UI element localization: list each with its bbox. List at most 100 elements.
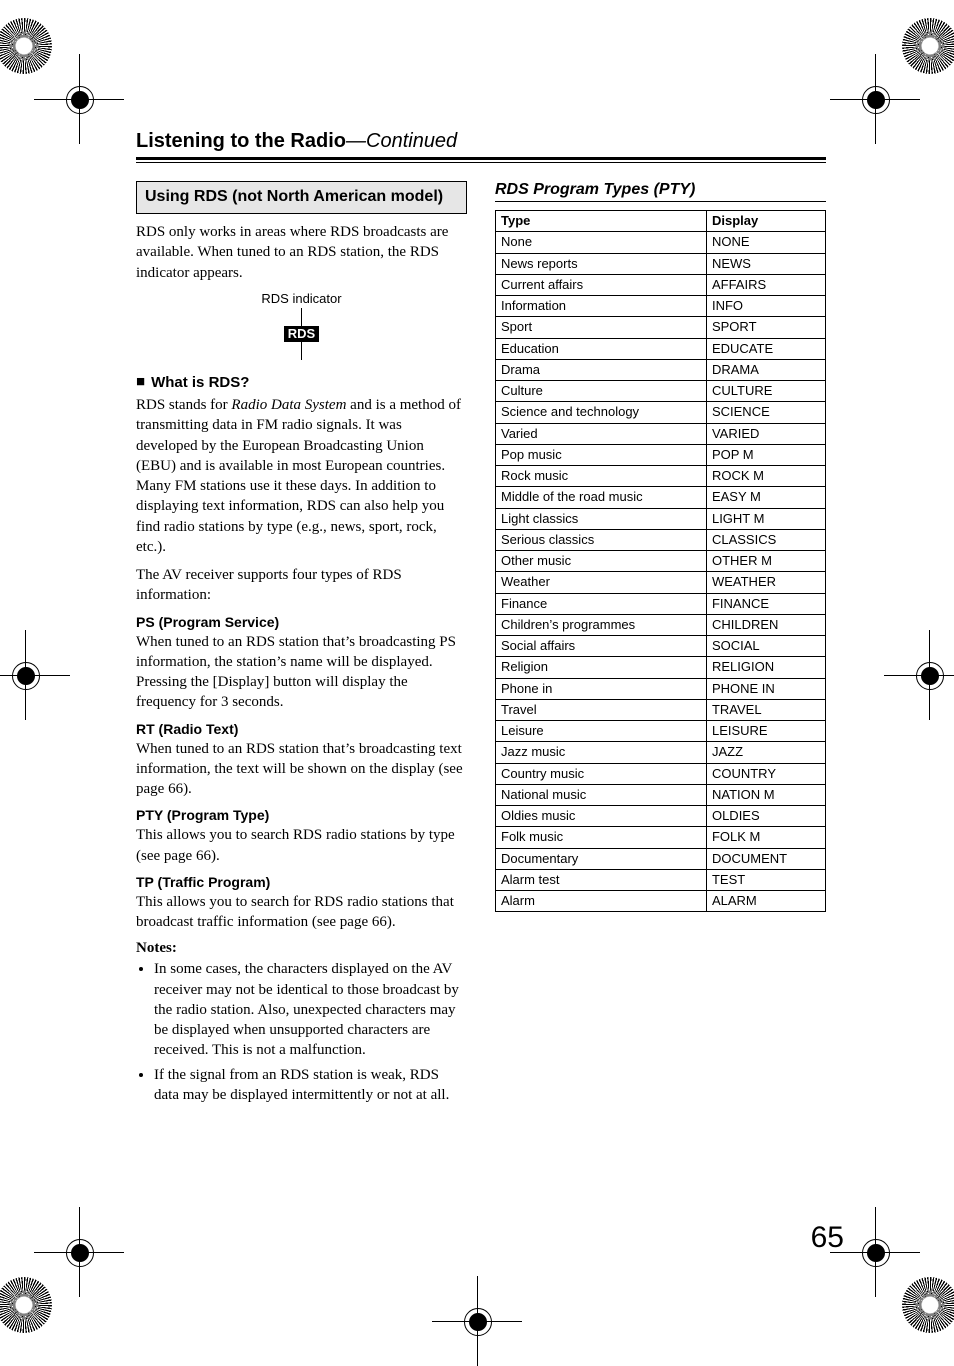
cell-display: JAZZ	[706, 742, 825, 763]
cell-display: OTHER M	[706, 551, 825, 572]
crop-mark-icon	[34, 1207, 124, 1297]
cell-display: INFO	[706, 296, 825, 317]
cell-type: Drama	[496, 359, 707, 380]
crop-mark-icon	[884, 630, 954, 720]
crop-mark-icon	[432, 1276, 522, 1366]
table-row: WeatherWEATHER	[496, 572, 826, 593]
cell-display: ROCK M	[706, 466, 825, 487]
cell-type: Finance	[496, 593, 707, 614]
table-header-row: Type Display	[496, 211, 826, 232]
table-row: SportSPORT	[496, 317, 826, 338]
cell-type: Sport	[496, 317, 707, 338]
section-heading: Using RDS (not North American model)	[136, 181, 467, 214]
table-row: National musicNATION M	[496, 784, 826, 805]
cell-type: Current affairs	[496, 274, 707, 295]
table-row: Science and technologySCIENCE	[496, 402, 826, 423]
pty-table: Type Display NoneNONENews reportsNEWSCur…	[495, 210, 826, 912]
table-row: Pop musicPOP M	[496, 444, 826, 465]
table-row: News reportsNEWS	[496, 253, 826, 274]
pty-heading: PTY (Program Type)	[136, 807, 467, 823]
cell-display: TRAVEL	[706, 699, 825, 720]
cell-type: Rock music	[496, 466, 707, 487]
table-row: InformationINFO	[496, 296, 826, 317]
table-row: Country musicCOUNTRY	[496, 763, 826, 784]
table-row: LeisureLEISURE	[496, 721, 826, 742]
cell-display: ALARM	[706, 891, 825, 912]
table-row: DocumentaryDOCUMENT	[496, 848, 826, 869]
right-column: RDS Program Types (PTY) Type Display Non…	[495, 181, 826, 1109]
table-row: Current affairsAFFAIRS	[496, 274, 826, 295]
tp-heading: TP (Traffic Program)	[136, 874, 467, 890]
cell-type: Phone in	[496, 678, 707, 699]
cell-display: EASY M	[706, 487, 825, 508]
cell-display: DRAMA	[706, 359, 825, 380]
cell-type: Varied	[496, 423, 707, 444]
header-rule	[136, 157, 826, 163]
cell-display: POP M	[706, 444, 825, 465]
table-row: Oldies musicOLDIES	[496, 806, 826, 827]
cell-type: Alarm test	[496, 869, 707, 890]
cell-display: NEWS	[706, 253, 825, 274]
cell-display: PHONE IN	[706, 678, 825, 699]
table-row: AlarmALARM	[496, 891, 826, 912]
ps-body: When tuned to an RDS station that’s broa…	[136, 632, 467, 713]
cell-display: SPORT	[706, 317, 825, 338]
header-continued: —Continued	[346, 130, 457, 152]
cell-display: CLASSICS	[706, 529, 825, 550]
cell-type: Serious classics	[496, 529, 707, 550]
indicator-label: RDS indicator	[136, 291, 467, 306]
cell-display: NONE	[706, 232, 825, 253]
list-item: If the signal from an RDS station is wea…	[154, 1065, 467, 1106]
connector-line-icon	[301, 342, 302, 360]
rds-badge-icon: RDS	[284, 326, 319, 342]
cell-display: FOLK M	[706, 827, 825, 848]
cell-display: WEATHER	[706, 572, 825, 593]
table-row: Middle of the road musicEASY M	[496, 487, 826, 508]
cell-type: Other music	[496, 551, 707, 572]
cell-type: Folk music	[496, 827, 707, 848]
cell-display: RELIGION	[706, 657, 825, 678]
cell-type: Information	[496, 296, 707, 317]
cell-type: National music	[496, 784, 707, 805]
page-header: Listening to the Radio—Continued	[136, 130, 826, 163]
cell-display: CULTURE	[706, 381, 825, 402]
table-row: Alarm testTEST	[496, 869, 826, 890]
table-row: ReligionRELIGION	[496, 657, 826, 678]
table-row: Other musicOTHER M	[496, 551, 826, 572]
cell-type: Social affairs	[496, 636, 707, 657]
ps-heading: PS (Program Service)	[136, 614, 467, 630]
table-row: Jazz musicJAZZ	[496, 742, 826, 763]
cell-display: NATION M	[706, 784, 825, 805]
table-row: FinanceFINANCE	[496, 593, 826, 614]
cell-type: Oldies music	[496, 806, 707, 827]
cell-type: Leisure	[496, 721, 707, 742]
cell-type: Light classics	[496, 508, 707, 529]
cell-type: Alarm	[496, 891, 707, 912]
cell-display: COUNTRY	[706, 763, 825, 784]
cell-type: None	[496, 232, 707, 253]
crop-mark-icon	[0, 630, 70, 720]
cell-type: Pop music	[496, 444, 707, 465]
left-column: Using RDS (not North American model) RDS…	[136, 181, 467, 1109]
list-item: In some cases, the characters displayed …	[154, 959, 467, 1060]
cell-display: SCIENCE	[706, 402, 825, 423]
cell-display: OLDIES	[706, 806, 825, 827]
cell-display: DOCUMENT	[706, 848, 825, 869]
rds-indicator-diagram: RDS indicator RDS	[136, 291, 467, 360]
crop-mark-icon	[830, 54, 920, 144]
thin-rule	[495, 201, 826, 202]
intro-text: RDS only works in areas where RDS broadc…	[136, 222, 467, 283]
cell-display: LEISURE	[706, 721, 825, 742]
notes-list: In some cases, the characters displayed …	[136, 959, 467, 1105]
what-is-rds-text: RDS stands for Radio Data System and is …	[136, 395, 467, 557]
cell-type: Children’s programmes	[496, 614, 707, 635]
cell-type: Documentary	[496, 848, 707, 869]
notes-heading: Notes:	[136, 940, 467, 957]
table-row: EducationEDUCATE	[496, 338, 826, 359]
cell-type: Country music	[496, 763, 707, 784]
table-row: Folk musicFOLK M	[496, 827, 826, 848]
table-row: Social affairsSOCIAL	[496, 636, 826, 657]
rt-heading: RT (Radio Text)	[136, 721, 467, 737]
table-row: NoneNONE	[496, 232, 826, 253]
cell-type: Weather	[496, 572, 707, 593]
